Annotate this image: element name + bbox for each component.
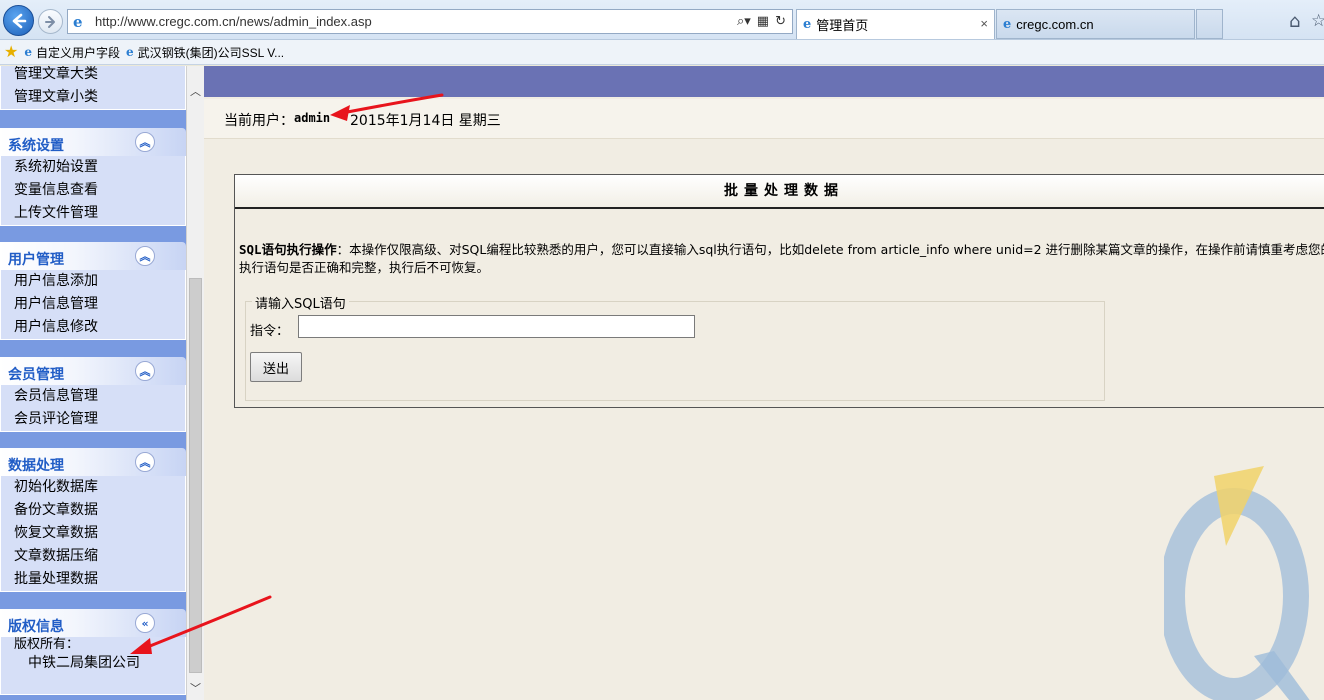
- copyright-owner: 中铁二局集团公司: [28, 655, 140, 671]
- sidebar: 管理文章大类 管理文章小类 系统设置 ︽ 系统初始设置 变量信息查看 上传文件管…: [0, 66, 204, 700]
- group-header[interactable]: 会员管理 ︽: [0, 357, 186, 385]
- sidebar-item[interactable]: 上传文件管理: [14, 202, 185, 225]
- group-body: 管理文章大类 管理文章小类: [0, 66, 186, 110]
- group-title: 系统设置: [8, 138, 64, 154]
- forward-button[interactable]: [38, 9, 63, 34]
- scrollbar-thumb[interactable]: [189, 278, 202, 673]
- collapse-icon[interactable]: ︽: [135, 452, 155, 472]
- sidebar-group-members: 会员管理 ︽ 会员信息管理 会员评论管理: [0, 357, 186, 432]
- command-label: 指令：: [250, 324, 290, 339]
- favorites-bar: ★ e 自定义用户字段 e 武汉钢铁(集团)公司SSL V...: [0, 40, 1324, 65]
- scroll-up-icon[interactable]: ︿: [187, 76, 204, 106]
- favorites-star-icon[interactable]: ☆: [1311, 11, 1324, 31]
- ie-logo-icon: e: [803, 17, 812, 32]
- sidebar-item[interactable]: 备份文章数据: [14, 499, 185, 522]
- group-body: 系统初始设置 变量信息查看 上传文件管理: [0, 156, 186, 226]
- back-button[interactable]: [3, 5, 34, 36]
- sidebar-item[interactable]: 用户信息修改: [14, 316, 185, 339]
- tab-admin-home[interactable]: e 管理首页 ×: [796, 9, 995, 39]
- sidebar-group-articles: 管理文章大类 管理文章小类: [0, 66, 186, 110]
- sidebar-item[interactable]: 管理文章小类: [14, 86, 185, 109]
- group-header[interactable]: 数据处理 ︽: [0, 448, 186, 476]
- new-tab-button[interactable]: [1196, 9, 1223, 39]
- home-icon[interactable]: ⌂: [1289, 11, 1300, 32]
- sidebar-item[interactable]: 恢复文章数据: [14, 522, 185, 545]
- compat-view-icon[interactable]: ▦: [757, 14, 769, 29]
- current-date: 2015年1月14日 星期三: [350, 113, 501, 129]
- sidebar-item[interactable]: 变量信息查看: [14, 179, 185, 202]
- submit-button[interactable]: 送出: [250, 352, 302, 382]
- close-tab-icon[interactable]: ×: [980, 16, 988, 31]
- favorite-link[interactable]: e 自定义用户字段: [24, 44, 120, 61]
- sidebar-item[interactable]: 会员评论管理: [14, 408, 185, 431]
- collapse-icon[interactable]: ︽: [135, 246, 155, 266]
- group-body: 用户信息添加 用户信息管理 用户信息修改: [0, 270, 186, 340]
- favorite-label: 自定义用户字段: [35, 45, 120, 60]
- favorite-link[interactable]: e 武汉钢铁(集团)公司SSL V...: [126, 44, 284, 61]
- sidebar-group-system: 系统设置 ︽ 系统初始设置 变量信息查看 上传文件管理: [0, 128, 186, 226]
- sidebar-item[interactable]: 会员信息管理: [14, 385, 185, 408]
- user-bar: 当前用户： admin 2015年1月14日 星期三: [204, 99, 1324, 139]
- sidebar-scrollbar[interactable]: ︿ ﹀: [186, 66, 204, 700]
- ie-logo-icon: e: [1003, 16, 1012, 32]
- collapse-icon[interactable]: ︽: [135, 361, 155, 381]
- favorite-label: 武汉钢铁(集团)公司SSL V...: [137, 45, 285, 60]
- group-header[interactable]: 版权信息 «: [0, 609, 186, 637]
- ie-logo-icon: e: [73, 12, 83, 31]
- collapse-icon[interactable]: «: [135, 613, 155, 633]
- back-arrow-icon: [12, 13, 26, 28]
- sidebar-group-users: 用户管理 ︽ 用户信息添加 用户信息管理 用户信息修改: [0, 242, 186, 340]
- collapse-icon[interactable]: ︽: [135, 132, 155, 152]
- group-title: 版权信息: [8, 619, 64, 635]
- description-heading: SQL语句执行操作: [239, 242, 337, 257]
- ie-logo-icon: e: [24, 45, 32, 59]
- sidebar-item[interactable]: 初始化数据库: [14, 476, 185, 499]
- tab-title: cregc.com.cn: [1016, 16, 1094, 32]
- current-user-label: 当前用户：: [224, 113, 294, 129]
- sidebar-item[interactable]: 批量处理数据: [14, 568, 185, 591]
- fieldset-legend: 请输入SQL语句: [252, 293, 349, 312]
- sidebar-item[interactable]: 管理文章大类: [14, 66, 185, 86]
- panel-description: SQL语句执行操作：本操作仅限高级、对SQL编程比较熟悉的用户，您可以直接输入s…: [239, 241, 1324, 277]
- group-title: 会员管理: [8, 367, 64, 383]
- refresh-icon[interactable]: ↻: [775, 14, 786, 29]
- scroll-down-icon[interactable]: ﹀: [187, 678, 204, 698]
- copyright-label: 版权所有：: [14, 637, 80, 652]
- group-header[interactable]: 系统设置 ︽: [0, 128, 186, 156]
- sql-command-input[interactable]: [298, 315, 695, 338]
- main-content: 当前用户： admin 2015年1月14日 星期三 批量处理数据 SQL语句执…: [204, 66, 1324, 700]
- group-title: 用户管理: [8, 252, 64, 268]
- sidebar-item[interactable]: 用户信息管理: [14, 293, 185, 316]
- address-bar[interactable]: e http://www.cregc.com.cn/news/admin_ind…: [67, 9, 793, 34]
- ie-logo-icon: e: [126, 45, 134, 59]
- sidebar-group-data: 数据处理 ︽ 初始化数据库 备份文章数据 恢复文章数据 文章数据压缩 批量处理数…: [0, 448, 186, 592]
- sidebar-item[interactable]: 系统初始设置: [14, 156, 185, 179]
- tab-title: 管理首页: [816, 18, 869, 33]
- forward-arrow-icon: [44, 15, 55, 28]
- group-body: 会员信息管理 会员评论管理: [0, 385, 186, 432]
- group-title: 数据处理: [8, 458, 64, 474]
- sidebar-item[interactable]: 文章数据压缩: [14, 545, 185, 568]
- sidebar-item[interactable]: 用户信息添加: [14, 270, 185, 293]
- url-text[interactable]: http://www.cregc.com.cn/news/admin_index…: [95, 14, 737, 29]
- sql-fieldset: 请输入SQL语句 指令： 送出: [245, 293, 1105, 401]
- browser-toolbar: e http://www.cregc.com.cn/news/admin_ind…: [0, 0, 1324, 40]
- favorites-star-icon[interactable]: ★: [4, 42, 18, 62]
- group-body: 初始化数据库 备份文章数据 恢复文章数据 文章数据压缩 批量处理数据: [0, 476, 186, 592]
- tab-cregc[interactable]: e cregc.com.cn: [996, 9, 1195, 39]
- current-user-name: admin: [294, 111, 331, 125]
- sidebar-group-copyright: 版权信息 « 版权所有： 中铁二局集团公司: [0, 609, 186, 695]
- batch-processing-panel: 批量处理数据 SQL语句执行操作：本操作仅限高级、对SQL编程比较熟悉的用户，您…: [234, 174, 1324, 408]
- top-band: [204, 66, 1324, 97]
- group-body: 版权所有： 中铁二局集团公司: [0, 637, 186, 695]
- group-header[interactable]: 用户管理 ︽: [0, 242, 186, 270]
- description-text: ：本操作仅限高级、对SQL编程比较熟悉的用户，您可以直接输入sql执行语句，比如…: [239, 242, 1324, 275]
- watermark-logo: [1164, 466, 1310, 700]
- search-icon[interactable]: ⌕▾: [737, 14, 751, 29]
- panel-title: 批量处理数据: [235, 175, 1324, 209]
